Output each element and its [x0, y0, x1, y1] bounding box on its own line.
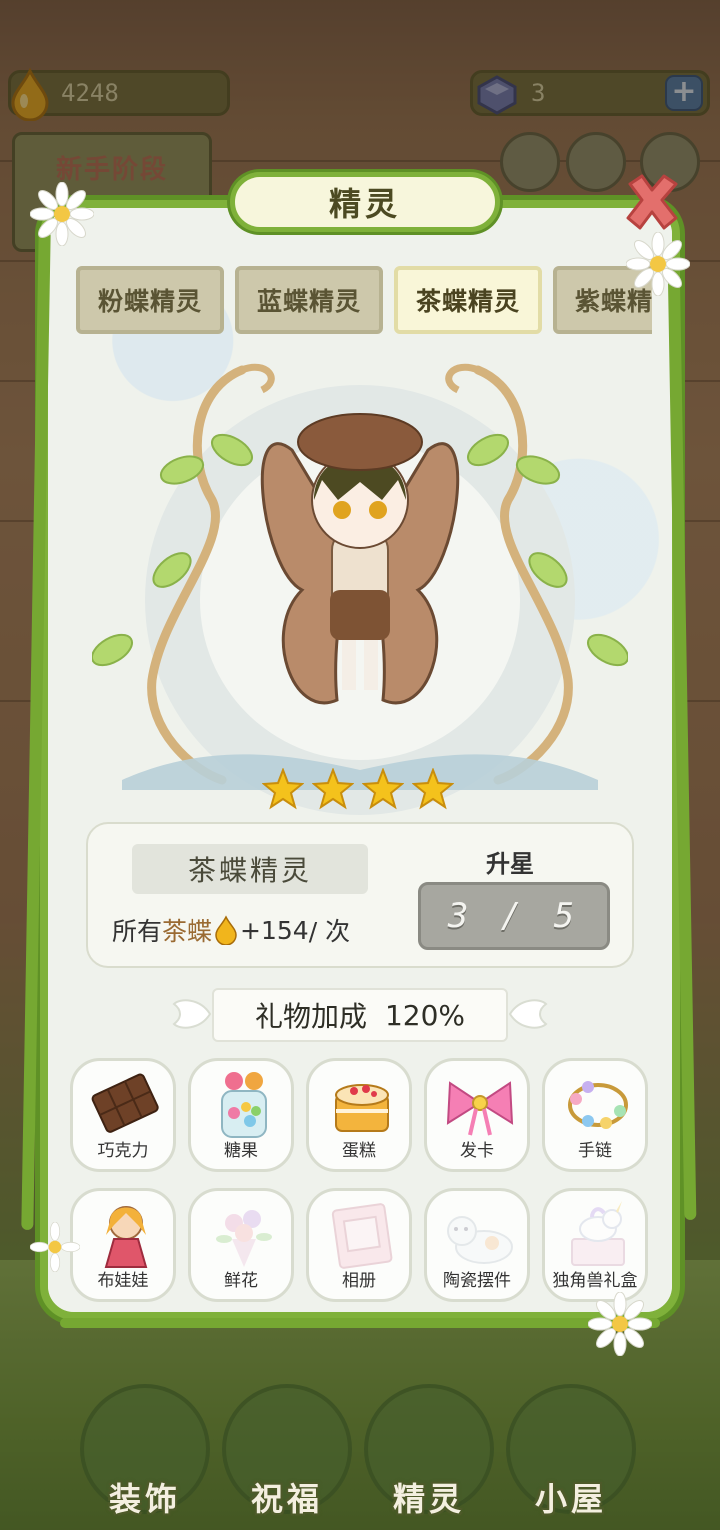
gift-label: 巧克力 — [97, 1141, 149, 1161]
gift-item-doll[interactable]: 布娃娃 — [70, 1188, 176, 1302]
tab-blue-butterfly[interactable]: 蓝蝶精灵 — [235, 266, 383, 334]
gift-label: 糖果 — [224, 1141, 258, 1161]
star-rating — [262, 768, 454, 810]
nav-label: 小屋 — [534, 1480, 607, 1518]
bottom-navigation: 装饰 祝福 精灵 小屋 — [0, 1360, 720, 1530]
gift-bonus-title: 礼物加成 120% — [212, 988, 508, 1042]
bonus-value: +154 — [240, 915, 309, 945]
production-bonus: 所有 茶蝶 +154 / 次 — [112, 912, 350, 948]
daisy-decoration-icon — [30, 1222, 80, 1272]
nav-fairy[interactable]: 精灵 — [354, 1374, 504, 1524]
cake-icon — [335, 1084, 389, 1132]
nav-label: 装饰 — [108, 1480, 181, 1518]
nav-blessing[interactable]: 祝福 — [212, 1374, 362, 1524]
gift-item-candy[interactable]: 糖果 — [188, 1058, 294, 1172]
gift-item-flowers[interactable]: 鲜花 — [188, 1188, 294, 1302]
vine-decoration — [60, 1318, 660, 1328]
nav-decorate[interactable]: 装饰 — [70, 1374, 220, 1524]
daisy-decoration-icon — [626, 232, 690, 296]
gift-item-hairclip[interactable]: 发卡 — [424, 1058, 530, 1172]
gift-bonus-label: 礼物加成 — [254, 1000, 367, 1033]
bonus-suffix: / 次 — [308, 917, 351, 946]
photo-album-icon — [331, 1203, 393, 1269]
gift-item-chocolate[interactable]: 巧克力 — [70, 1058, 176, 1172]
chocolate-icon — [91, 1073, 159, 1133]
gift-label: 相册 — [342, 1271, 376, 1291]
gift-label: 鲜花 — [224, 1271, 258, 1291]
gift-item-cake[interactable]: 蛋糕 — [306, 1058, 412, 1172]
nav-cottage[interactable]: 小屋 — [496, 1374, 646, 1524]
wing-ornament-icon — [172, 999, 212, 1029]
star-icon — [312, 768, 354, 810]
gift-label: 蛋糕 — [342, 1141, 376, 1161]
star-icon — [412, 768, 454, 810]
gift-label: 独角兽礼盒 — [552, 1271, 638, 1291]
candy-jar-icon — [221, 1072, 267, 1138]
flower-bouquet-icon — [216, 1210, 272, 1267]
panel-title: 精灵 — [328, 185, 401, 223]
fairy-name: 茶蝶精灵 — [132, 844, 368, 894]
fairy-tabs: 粉蝶精灵 蓝蝶精灵 茶蝶精灵 紫蝶精灵 — [76, 266, 652, 336]
panel-title-plate: 精灵 — [230, 172, 500, 232]
gift-bonus-value: 120% — [384, 998, 466, 1032]
tab-tea-butterfly[interactable]: 茶蝶精灵 — [394, 266, 542, 334]
close-icon[interactable] — [620, 170, 684, 234]
bow-hairclip-icon — [446, 1081, 514, 1136]
upgrade-star-button[interactable]: 3 / 5 — [418, 882, 610, 950]
upgrade-star-label: 升星 — [486, 850, 534, 878]
gift-item-unicorn-box[interactable]: 独角兽礼盒 — [542, 1188, 648, 1302]
gift-label: 布娃娃 — [97, 1271, 149, 1291]
nav-label: 精灵 — [392, 1480, 465, 1518]
fairy-illustration — [92, 363, 628, 815]
tab-pink-butterfly[interactable]: 粉蝶精灵 — [76, 266, 224, 334]
gift-item-album[interactable]: 相册 — [306, 1188, 412, 1302]
nav-label: 祝福 — [250, 1480, 323, 1518]
gift-label: 陶瓷摆件 — [443, 1271, 511, 1291]
honey-drop-icon — [215, 915, 237, 945]
gift-item-bracelet[interactable]: 手链 — [542, 1058, 648, 1172]
gift-label: 发卡 — [460, 1141, 494, 1161]
bracelet-icon — [568, 1081, 628, 1129]
gift-grid: 巧克力 糖果 蛋糕 发卡 手链 布娃娃 鲜花 相册 陶瓷摆件 独角兽礼盒 — [70, 1058, 654, 1302]
gift-item-ceramic[interactable]: 陶瓷摆件 — [424, 1188, 530, 1302]
bonus-prefix: 所有 — [112, 917, 163, 946]
fairy-info-card: 茶蝶精灵 所有 茶蝶 +154 / 次 升星 3 / 5 — [86, 822, 634, 968]
wing-ornament-icon — [508, 999, 548, 1029]
unicorn-box-icon — [571, 1201, 625, 1266]
daisy-decoration-icon — [588, 1292, 652, 1356]
gift-label: 手链 — [578, 1141, 612, 1161]
star-icon — [262, 768, 304, 810]
ceramic-cat-icon — [447, 1216, 513, 1264]
daisy-decoration-icon — [30, 182, 94, 246]
bonus-target: 茶蝶 — [162, 917, 213, 946]
star-icon — [362, 768, 404, 810]
doll-icon — [104, 1206, 148, 1268]
